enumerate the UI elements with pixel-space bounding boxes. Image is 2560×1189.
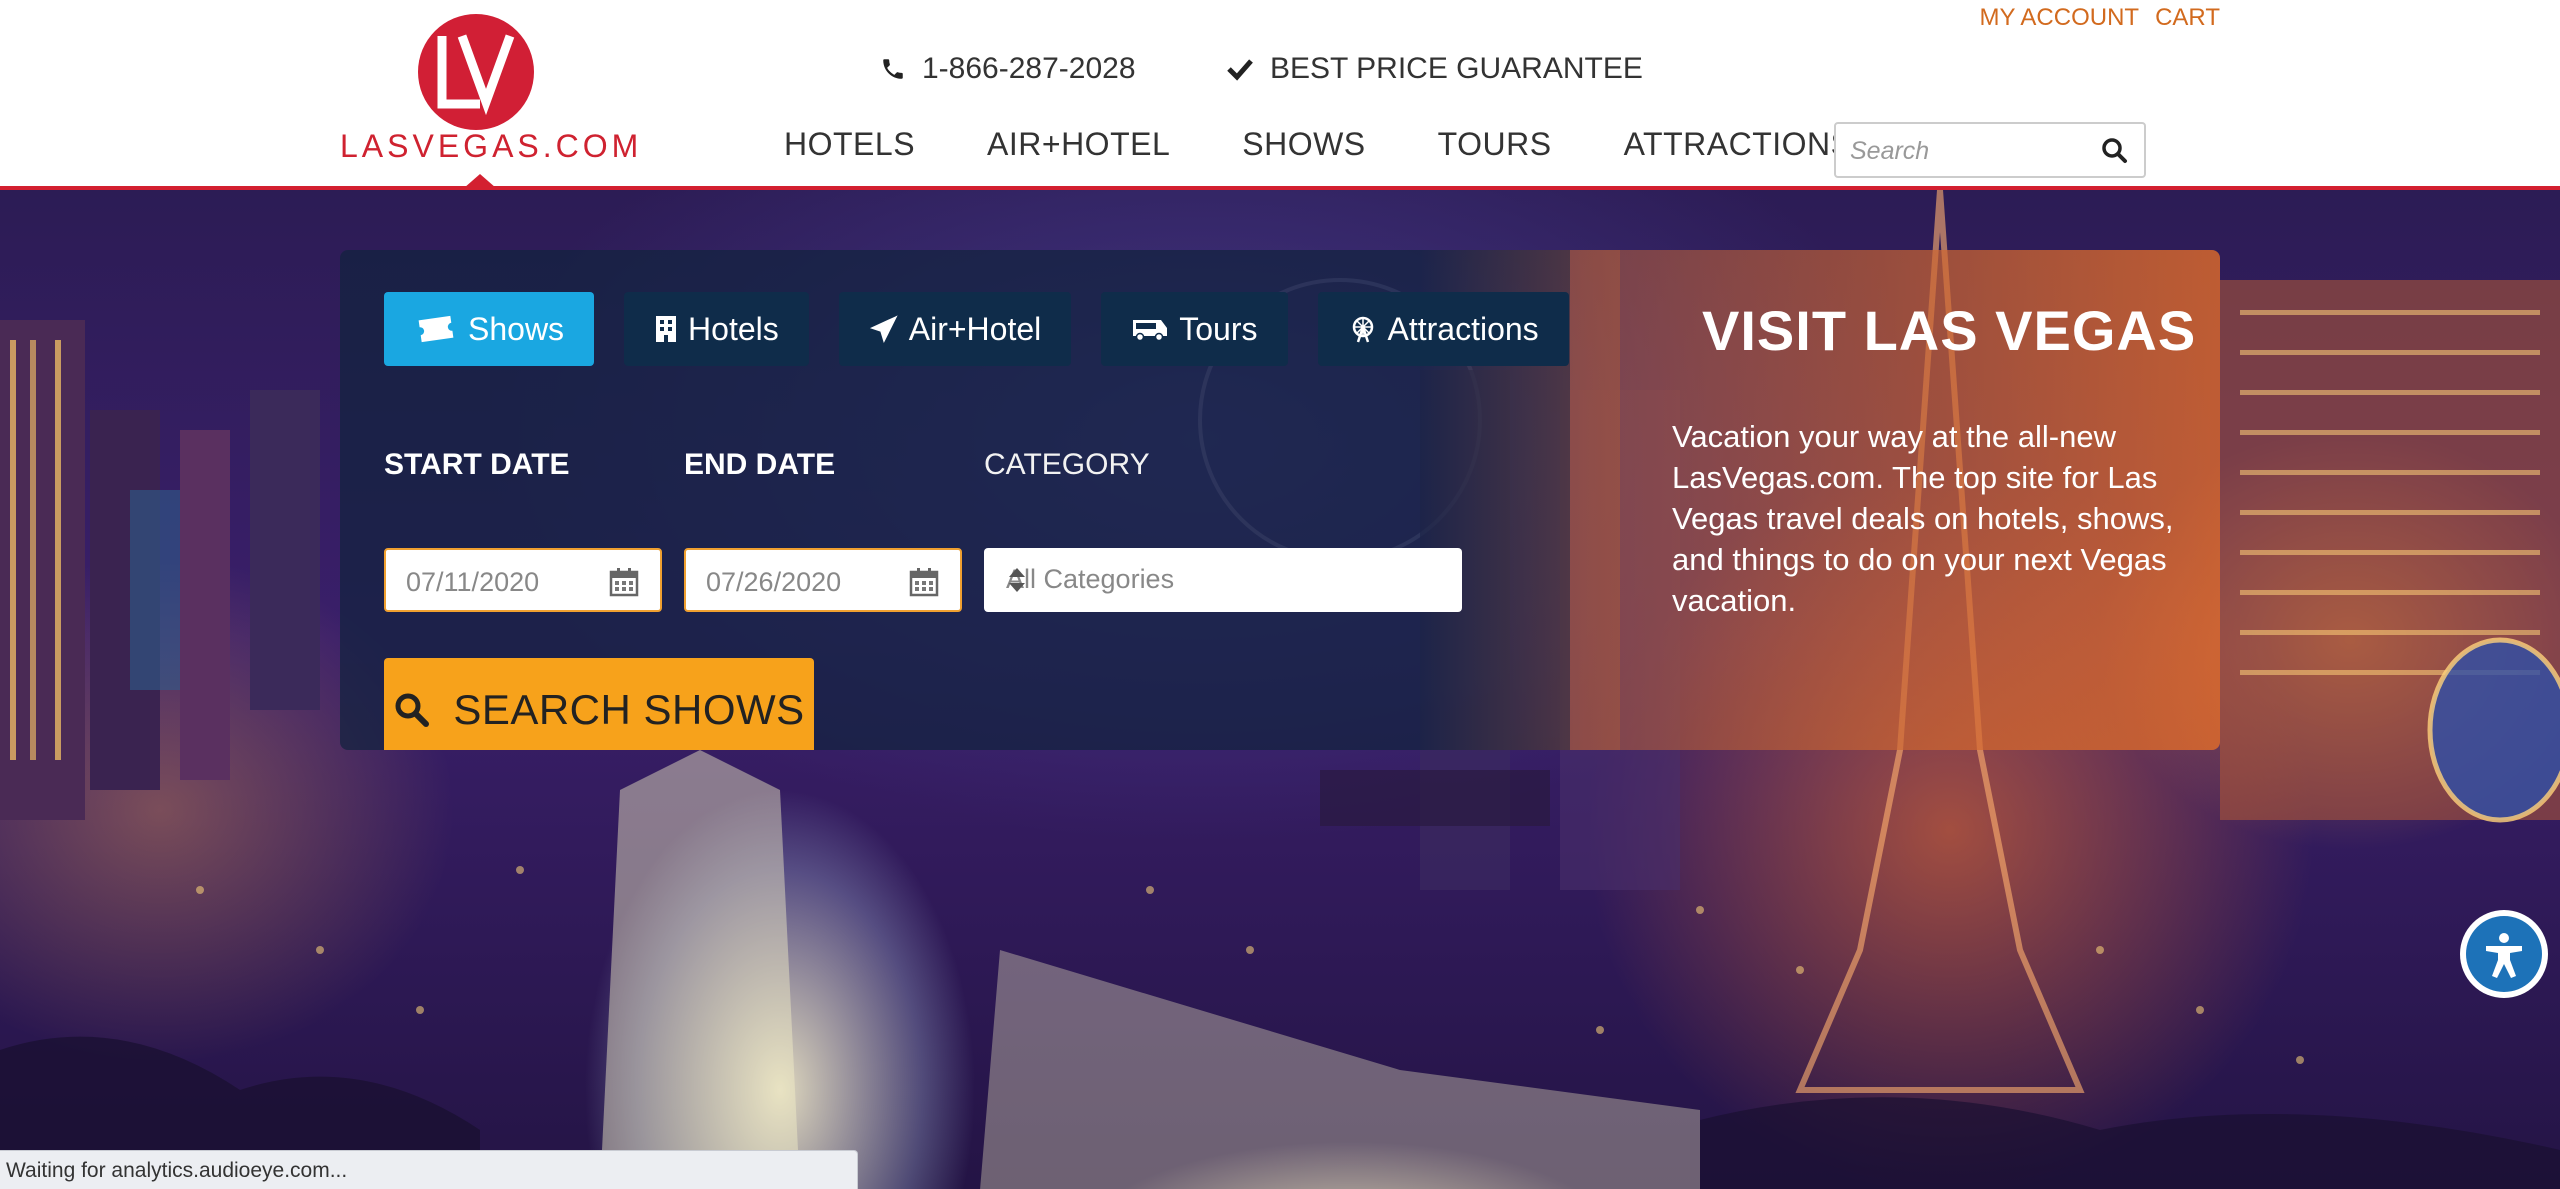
search-shows-button[interactable]: SEARCH SHOWS: [384, 658, 814, 750]
plane-icon: [869, 314, 899, 344]
site-search: [1834, 122, 2146, 178]
end-date-input[interactable]: [706, 564, 896, 600]
hero-banner: Shows Hotels Air+Hotel Tours Attractions…: [0, 190, 2560, 1189]
account-links: MY ACCOUNT CART: [1980, 4, 2220, 32]
best-price-guarantee: BEST PRICE GUARANTEE: [1226, 52, 1643, 86]
promo-title: VISIT LAS VEGAS: [1702, 299, 2197, 362]
status-text: Waiting for analytics.audioeye.com...: [6, 1159, 348, 1182]
calendar-icon[interactable]: [908, 566, 940, 603]
guarantee-text: BEST PRICE GUARANTEE: [1270, 52, 1643, 85]
nav-item-tours[interactable]: TOURS: [1438, 126, 1552, 163]
accessibility-icon: [2466, 916, 2542, 992]
ferris-wheel-icon: [1348, 314, 1378, 344]
bus-icon: [1131, 316, 1169, 342]
search-panel: Shows Hotels Air+Hotel Tours Attractions…: [340, 250, 2220, 750]
tab-label: Hotels: [688, 310, 779, 347]
search-icon[interactable]: [2100, 136, 2130, 166]
calendar-icon[interactable]: [608, 566, 640, 603]
phone-text: 1-866-287-2028: [922, 52, 1136, 85]
category-label: CATEGORY: [984, 448, 1150, 481]
phone-number[interactable]: 1-866-287-2028: [880, 52, 1136, 86]
main-nav: HOTELS AIR+HOTEL SHOWS TOURS ATTRACTIONS: [784, 126, 1852, 163]
phone-icon: [880, 56, 906, 82]
nav-item-shows[interactable]: SHOWS: [1242, 126, 1365, 163]
logo-mark: [418, 14, 534, 130]
building-icon: [654, 314, 678, 344]
cart-link[interactable]: CART: [2155, 4, 2220, 32]
tab-label: Shows: [468, 310, 565, 347]
tab-label: Tours: [1179, 310, 1258, 347]
browser-status-bar: Waiting for analytics.audioeye.com...: [0, 1150, 858, 1189]
tab-shows[interactable]: Shows: [384, 292, 595, 366]
start-date-label: START DATE: [384, 448, 570, 481]
my-account-link[interactable]: MY ACCOUNT: [1980, 4, 2140, 32]
tab-air-hotel[interactable]: Air+Hotel: [838, 292, 1072, 366]
nav-item-hotels[interactable]: HOTELS: [784, 126, 915, 163]
tab-label: Air+Hotel: [908, 310, 1042, 347]
nav-item-attractions[interactable]: ATTRACTIONS: [1624, 126, 1853, 163]
promo-body: Vacation your way at the all-new LasVega…: [1672, 419, 2174, 618]
end-date-field: [684, 548, 962, 612]
tab-label: Attractions: [1387, 310, 1539, 347]
accessibility-button[interactable]: [2460, 910, 2548, 998]
check-icon: [1226, 57, 1254, 81]
select-arrows-icon: [1006, 564, 1442, 603]
search-tabs: Shows Hotels Air+Hotel Tours Attractions: [384, 292, 1569, 366]
start-date-input[interactable]: [406, 564, 596, 600]
ticket-icon: [414, 314, 458, 344]
end-date-label: END DATE: [684, 448, 836, 481]
site-logo[interactable]: LASVEGAS.COM: [340, 14, 643, 174]
tab-attractions[interactable]: Attractions: [1317, 292, 1569, 366]
logo-text: LASVEGAS.COM: [340, 128, 643, 164]
search-shows-label: SEARCH SHOWS: [453, 686, 805, 733]
tab-hotels[interactable]: Hotels: [624, 292, 809, 366]
search-icon: [393, 691, 431, 729]
tab-tours[interactable]: Tours: [1101, 292, 1288, 366]
search-input[interactable]: [1850, 134, 2090, 168]
start-date-field: [384, 548, 662, 612]
site-header: LASVEGAS.COM 1-866-287-2028 BEST PRICE G…: [0, 0, 2560, 188]
category-select[interactable]: All Categories: [984, 548, 1462, 612]
nav-item-air-hotel[interactable]: AIR+HOTEL: [987, 126, 1170, 163]
